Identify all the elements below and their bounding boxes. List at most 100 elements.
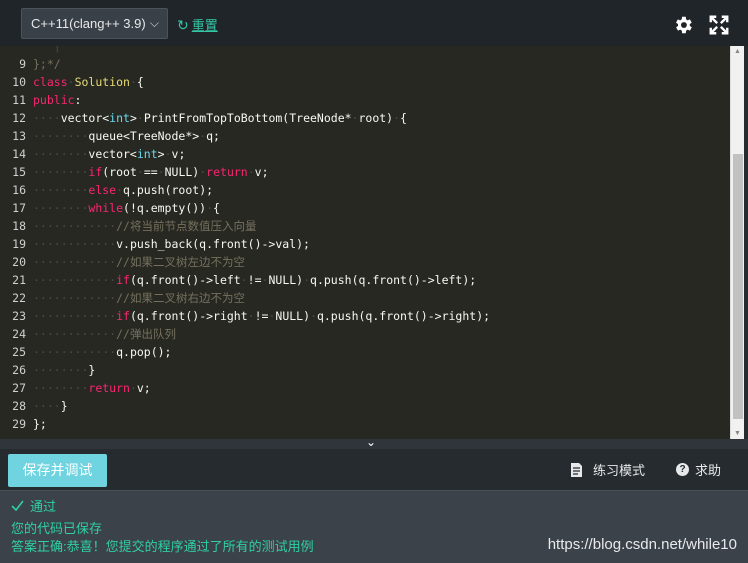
watermark: https://blog.csdn.net/while10 bbox=[547, 536, 737, 553]
gear-icon[interactable] bbox=[672, 14, 694, 36]
code-token: int bbox=[136, 147, 158, 161]
code-token: ···· bbox=[33, 399, 61, 413]
line-number: 12 bbox=[12, 111, 26, 125]
line-number: 16 bbox=[12, 183, 26, 197]
line-number: 18 bbox=[12, 219, 26, 233]
code-token: (q.front()->left bbox=[129, 273, 241, 287]
code-token: }; bbox=[33, 417, 47, 431]
code-token: //弹出队列 bbox=[116, 327, 176, 341]
code-token: vector< bbox=[60, 111, 110, 125]
help-button[interactable]: ? 求助 bbox=[676, 460, 721, 479]
action-bar: 保存并调试 练习模式 ? 求助 bbox=[0, 449, 748, 490]
line-number: 20 bbox=[12, 255, 26, 269]
code-line[interactable]: 23 ············if(q.front()->right·!=·NUL… bbox=[0, 307, 490, 325]
code-token: · bbox=[393, 111, 401, 125]
code-line[interactable]: 18 ············//将当前节点数值压入向量 bbox=[0, 217, 256, 235]
code-token: q; bbox=[206, 129, 220, 143]
save-and-debug-button[interactable]: 保存并调试 bbox=[8, 454, 107, 487]
line-number: 10 bbox=[12, 75, 26, 89]
code-line[interactable]: | bbox=[0, 46, 61, 55]
chevron-down-icon: ⌵ bbox=[149, 16, 159, 30]
scroll-down-icon[interactable]: ▼ bbox=[734, 430, 741, 437]
code-line[interactable]: 28 ····} bbox=[0, 397, 68, 415]
editor-scrollbar[interactable]: ▲ ▼ bbox=[730, 46, 744, 439]
code-token: ········ bbox=[33, 147, 89, 161]
code-line[interactable]: 16 ········else·q.push(root); bbox=[0, 181, 213, 199]
code-line[interactable]: 24 ············//弹出队列 bbox=[0, 325, 176, 343]
chevron-down-icon[interactable]: ⌄ bbox=[366, 435, 376, 449]
code-token: root) bbox=[358, 111, 394, 125]
code-token: ········ bbox=[33, 201, 89, 215]
code-token: · bbox=[116, 183, 124, 197]
code-token: if bbox=[116, 273, 130, 287]
code-token: return bbox=[206, 165, 248, 179]
line-number: 25 bbox=[12, 345, 26, 359]
code-token: · bbox=[303, 273, 311, 287]
code-token: if bbox=[88, 165, 103, 179]
question-icon: ? bbox=[676, 463, 689, 476]
code-token: · bbox=[157, 165, 165, 179]
code-line[interactable]: 12 ····vector<int>·PrintFromTopToBottom(T… bbox=[0, 109, 407, 127]
code-token: if bbox=[116, 309, 130, 323]
code-line[interactable]: 27 ········return·v; bbox=[0, 379, 151, 397]
scroll-up-icon[interactable]: ▲ bbox=[734, 48, 741, 55]
line-number: 14 bbox=[12, 147, 26, 161]
language-select[interactable]: C++11(clang++ 3.9) ⌵ bbox=[21, 8, 168, 39]
code-token: · bbox=[247, 165, 255, 179]
pass-status-label: 通过 bbox=[30, 499, 57, 514]
code-token: (root bbox=[102, 165, 137, 179]
code-token: q.pop(); bbox=[116, 345, 172, 359]
saved-message: 您的代码已保存 bbox=[11, 521, 103, 536]
code-token: ············ bbox=[33, 327, 117, 341]
editor-toolbar: C++11(clang++ 3.9) ⌵ ↻ 重置 bbox=[0, 0, 748, 46]
help-label: 求助 bbox=[695, 463, 722, 478]
code-token: v; bbox=[136, 381, 151, 395]
code-token: ········ bbox=[33, 381, 89, 395]
code-line[interactable]: 29}; bbox=[0, 415, 47, 433]
code-editor[interactable]: | 9};*/10 class·Solution·{11 public: 12 ····v… bbox=[0, 46, 730, 439]
code-token: · bbox=[129, 381, 137, 395]
scrollbar-thumb[interactable] bbox=[733, 154, 743, 419]
check-icon bbox=[11, 500, 24, 511]
line-number: 22 bbox=[12, 291, 26, 305]
reset-button[interactable]: ↻ 重置 bbox=[177, 15, 218, 34]
code-token: vector< bbox=[88, 147, 137, 161]
code-line[interactable]: 21 ············if(q.front()->left·!=·NULL… bbox=[0, 271, 476, 289]
code-token: //如果二叉树左边不为空 bbox=[116, 255, 245, 269]
code-token: · bbox=[164, 147, 172, 161]
code-token: //如果二叉树右边不为空 bbox=[116, 291, 245, 305]
code-line[interactable]: 13 ········queue<TreeNode*>·q; bbox=[0, 127, 220, 145]
code-token: ········ bbox=[33, 183, 89, 197]
expand-icon[interactable] bbox=[708, 14, 730, 36]
code-token: Solution bbox=[74, 75, 130, 89]
panel-splitter[interactable]: ⌄ bbox=[0, 435, 748, 449]
code-token: == bbox=[143, 165, 158, 179]
code-line[interactable]: 9};*/ bbox=[0, 55, 61, 73]
code-token: } bbox=[60, 399, 68, 413]
code-token: != bbox=[247, 273, 262, 287]
code-token: != bbox=[254, 309, 269, 323]
code-line[interactable]: 17 ········while(!q.empty())·{ bbox=[0, 199, 220, 217]
practice-mode-label: 练习模式 bbox=[593, 463, 646, 478]
code-line[interactable]: 25 ············q.pop(); bbox=[0, 343, 171, 361]
code-token: : bbox=[74, 93, 82, 107]
code-line[interactable]: 14 ········vector<int>·v; bbox=[0, 145, 185, 163]
line-number: 23 bbox=[12, 309, 26, 323]
code-token: ············ bbox=[33, 219, 117, 233]
code-token: };*/ bbox=[33, 57, 61, 71]
code-token: > bbox=[157, 147, 165, 161]
code-token: ············ bbox=[33, 291, 117, 305]
code-line[interactable]: 15 ········if(root·==·NULL)·return·v; bbox=[0, 163, 268, 181]
line-number: 17 bbox=[12, 201, 26, 215]
code-line[interactable]: 19 ············v.push_back(q.front()->val… bbox=[0, 235, 310, 253]
code-line[interactable]: 22 ············//如果二叉树右边不为空 bbox=[0, 289, 245, 307]
code-line[interactable]: 10 class·Solution·{ bbox=[0, 73, 144, 91]
code-token: ········ bbox=[33, 129, 89, 143]
code-line[interactable]: 26 ········} bbox=[0, 361, 95, 379]
code-token: ········ bbox=[33, 165, 89, 179]
practice-mode-button[interactable]: 练习模式 bbox=[569, 460, 645, 479]
code-line[interactable]: 11 public: bbox=[0, 91, 81, 109]
code-line[interactable]: 20 ············//如果二叉树左边不为空 bbox=[0, 253, 245, 271]
line-number: 11 bbox=[12, 93, 26, 107]
code-token: | bbox=[33, 46, 61, 53]
